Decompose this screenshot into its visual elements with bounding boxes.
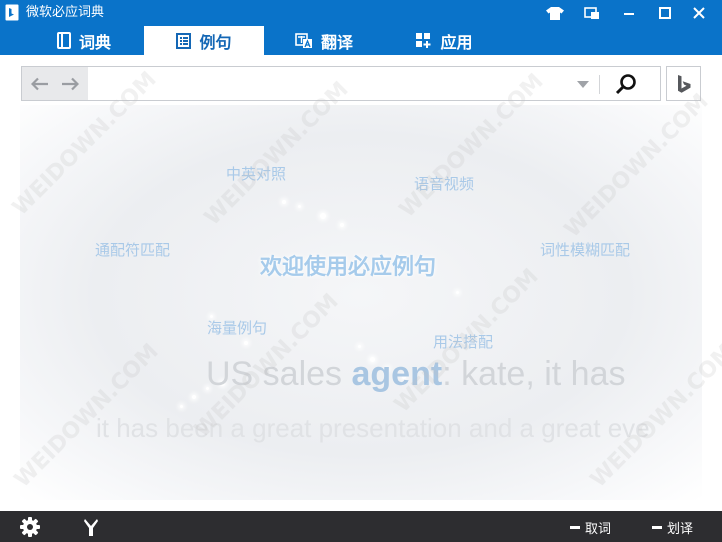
maximize-button[interactable] xyxy=(653,0,677,26)
back-button[interactable] xyxy=(30,74,50,94)
sparkle xyxy=(180,405,183,408)
tab-dictionary-label: 词典 xyxy=(78,32,111,52)
book-icon xyxy=(56,32,71,49)
sparkle xyxy=(244,341,248,345)
window-title: 微软必应词典 xyxy=(26,5,105,20)
feature-pos-fuzzy: 词性模糊匹配 xyxy=(540,241,631,259)
toggle-off-indicator xyxy=(570,526,580,529)
screen-lookup-label: 取词 xyxy=(585,522,612,537)
screen-lookup-toggle[interactable]: 取词 xyxy=(570,518,611,537)
tab-examples-label: 例句 xyxy=(199,32,232,52)
toggle-off-indicator xyxy=(652,526,662,529)
settings-button[interactable] xyxy=(19,516,41,538)
tab-translate[interactable]: 翻译 xyxy=(264,26,384,55)
example-sentence-en: US sales agent: kate, it has xyxy=(206,355,626,394)
example-text-after: : kate, it has xyxy=(442,355,626,393)
voice-icon xyxy=(84,519,98,536)
main-content: 中英对照 语音视频 通配符匹配 词性模糊匹配 海量例句 用法搭配 欢迎使用必应例… xyxy=(0,55,722,511)
example-keyword: agent xyxy=(351,355,443,393)
forward-button[interactable] xyxy=(60,74,80,94)
feature-wildcard: 通配符匹配 xyxy=(95,241,171,259)
gear-icon xyxy=(20,517,40,537)
mini-mode-icon xyxy=(584,6,599,19)
tab-translate-label: 翻译 xyxy=(320,32,353,52)
bing-button[interactable] xyxy=(666,66,701,101)
example-text-before: US sales xyxy=(206,355,352,393)
feature-bilingual: 中英对照 xyxy=(226,165,287,183)
feature-massive-examples: 海量例句 xyxy=(207,319,268,337)
feature-usage-collocation: 用法搭配 xyxy=(433,333,494,351)
tab-apps[interactable]: 应用 xyxy=(384,26,504,55)
sparkle xyxy=(192,395,196,399)
bing-icon xyxy=(677,74,690,93)
sparkle xyxy=(358,345,361,348)
close-icon xyxy=(693,7,705,19)
search-divider xyxy=(599,75,600,94)
sparkle xyxy=(456,291,459,294)
select-translate-label: 划译 xyxy=(667,522,694,537)
minimize-icon xyxy=(624,13,634,15)
search-input[interactable] xyxy=(90,70,570,97)
search-button[interactable] xyxy=(612,71,640,97)
sparkle xyxy=(340,223,344,227)
tab-bar: 词典 例句 翻译 应用 xyxy=(0,26,722,55)
history-dropdown-icon[interactable] xyxy=(577,81,589,88)
translate-icon xyxy=(295,32,312,48)
bing-dictionary-logo-icon xyxy=(5,4,19,21)
status-bar: 取词 划译 xyxy=(0,511,722,542)
arrow-left-icon xyxy=(31,77,48,91)
sparkle xyxy=(320,213,326,219)
select-translate-toggle[interactable]: 划译 xyxy=(652,518,693,537)
example-sentence-line2: it has been a great presentation and a g… xyxy=(96,413,650,443)
tab-dictionary[interactable]: 词典 xyxy=(24,26,144,55)
title-bar[interactable]: 微软必应词典 xyxy=(0,0,722,26)
tab-examples[interactable]: 例句 xyxy=(144,26,264,55)
apps-icon xyxy=(416,33,431,48)
close-button[interactable] xyxy=(686,0,712,26)
arrow-right-icon xyxy=(62,77,79,91)
skin-button[interactable] xyxy=(543,0,567,26)
search-icon xyxy=(615,74,636,95)
feature-audio-video: 语音视频 xyxy=(414,175,475,193)
sentence-icon xyxy=(176,32,192,49)
welcome-heading: 欢迎使用必应例句 xyxy=(260,255,437,280)
sparkle xyxy=(298,205,301,208)
skin-icon xyxy=(546,6,564,20)
voice-input-button[interactable] xyxy=(80,516,102,538)
sparkle xyxy=(282,200,286,204)
search-box xyxy=(21,66,661,101)
tab-apps-label: 应用 xyxy=(440,32,473,52)
minimize-button[interactable] xyxy=(617,0,641,26)
history-nav xyxy=(22,67,88,100)
mini-mode-button[interactable] xyxy=(580,0,604,26)
examples-welcome-stage: 中英对照 语音视频 通配符匹配 词性模糊匹配 海量例句 用法搭配 欢迎使用必应例… xyxy=(20,105,702,500)
maximize-icon xyxy=(659,7,671,19)
